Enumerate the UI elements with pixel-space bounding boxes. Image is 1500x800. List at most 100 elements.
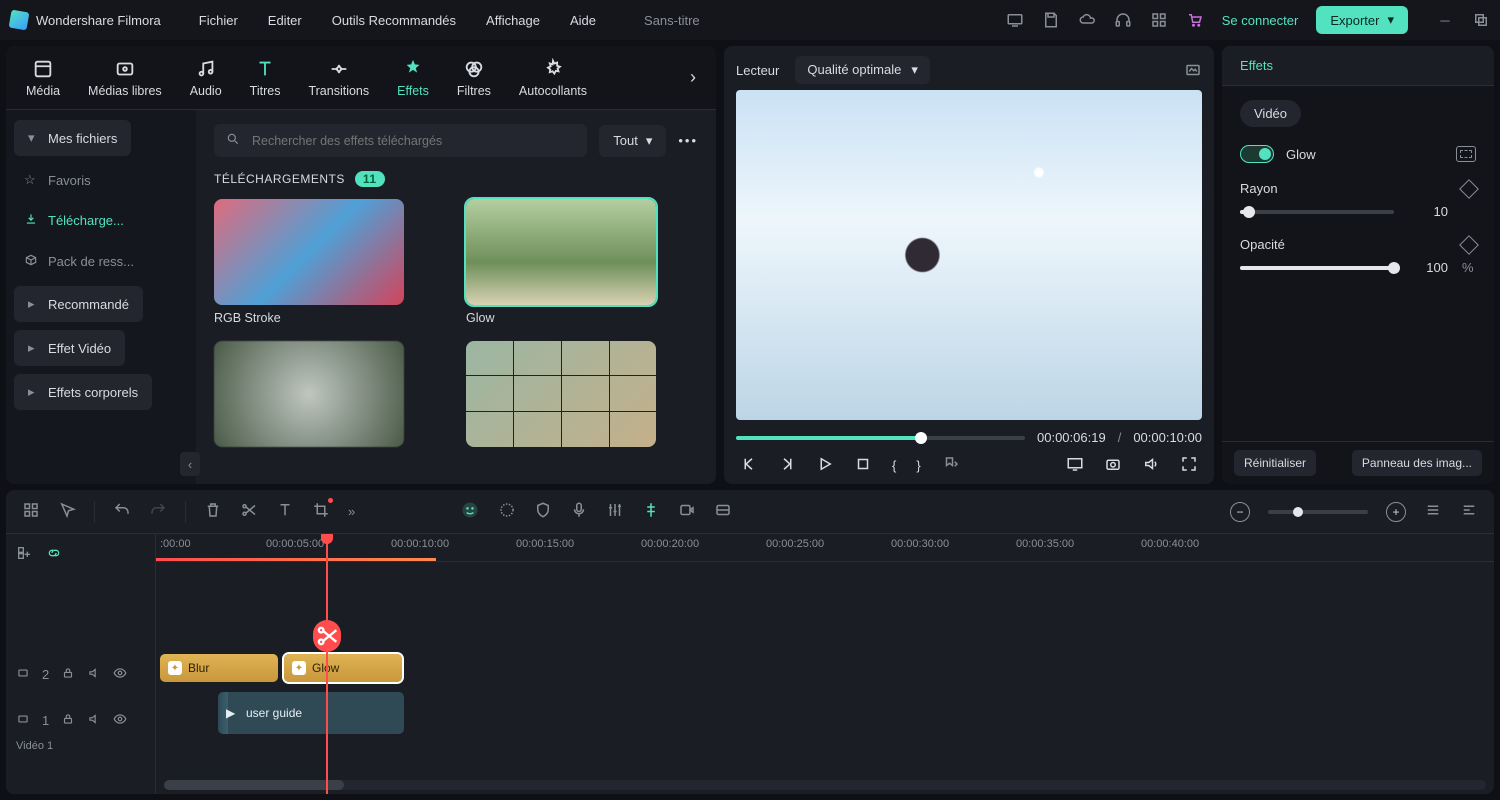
param-value[interactable]: 10	[1408, 204, 1448, 219]
save-icon[interactable]	[1042, 11, 1060, 29]
volume-icon[interactable]	[1142, 455, 1160, 476]
preview-viewport[interactable]	[736, 90, 1202, 420]
mute-icon[interactable]	[87, 712, 101, 729]
speed-icon[interactable]	[498, 501, 516, 522]
sidebar-item-recommended[interactable]: ▸Recommandé	[14, 286, 143, 322]
keyframe-icon[interactable]	[1459, 235, 1479, 255]
apps-icon[interactable]	[1150, 11, 1168, 29]
more-options-icon[interactable]: •••	[678, 133, 698, 148]
param-slider-opacite[interactable]	[1240, 266, 1394, 270]
menu-help[interactable]: Aide	[570, 13, 596, 28]
prev-frame-icon[interactable]	[740, 455, 758, 476]
mixer-icon[interactable]	[606, 501, 624, 522]
mark-in-icon[interactable]: {	[892, 458, 896, 473]
fx-track[interactable]: ✦ Blur ✦ Glow	[156, 654, 1494, 682]
scrub-slider[interactable]	[736, 436, 1025, 440]
zoom-in-icon[interactable]: +	[1386, 502, 1406, 522]
tab-stock-media[interactable]: Médias libres	[88, 58, 162, 98]
track-icon[interactable]	[714, 501, 732, 522]
zoom-out-icon[interactable]: −	[1230, 502, 1250, 522]
device-icon[interactable]	[1006, 11, 1024, 29]
effect-card-rgb-stroke[interactable]: RGB Stroke	[214, 199, 446, 325]
record-icon[interactable]	[678, 501, 696, 522]
link-icon[interactable]	[46, 545, 62, 564]
snapshot-icon[interactable]	[1184, 61, 1202, 79]
tab-stickers[interactable]: Autocollants	[519, 58, 587, 98]
search-field[interactable]	[250, 133, 575, 149]
tab-media[interactable]: Média	[26, 58, 60, 98]
ai-icon[interactable]	[460, 500, 480, 523]
menu-view[interactable]: Affichage	[486, 13, 540, 28]
effect-card-tv[interactable]	[466, 341, 698, 453]
display-icon[interactable]	[1066, 455, 1084, 476]
text-tool-icon[interactable]	[276, 501, 294, 522]
timeline-ruler[interactable]: :00:00 00:00:05:00 00:00:10:00 00:00:15:…	[156, 534, 1494, 562]
mark-out-icon[interactable]: }	[916, 458, 920, 473]
filter-dropdown[interactable]: Tout▾	[599, 125, 666, 157]
cart-icon[interactable]	[1186, 11, 1204, 29]
marker-icon[interactable]	[642, 501, 660, 522]
sidebar-item-video-effect[interactable]: ▸Effet Vidéo	[14, 330, 125, 366]
search-input[interactable]	[214, 124, 587, 157]
keyframe-icon[interactable]	[1459, 179, 1479, 199]
fullscreen-icon[interactable]	[1180, 455, 1198, 476]
menu-file[interactable]: Fichier	[199, 13, 238, 28]
clip-blur[interactable]: ✦ Blur	[160, 654, 278, 682]
export-button[interactable]: Exporter ▾	[1316, 6, 1408, 34]
effect-card-blur[interactable]	[214, 341, 446, 453]
sidebar-item-body-effects[interactable]: ▸Effets corporels	[14, 374, 152, 410]
effect-enable-toggle[interactable]	[1240, 145, 1274, 163]
camera-icon[interactable]	[1104, 455, 1122, 476]
maximize-icon[interactable]	[1472, 11, 1490, 29]
sidebar-item-my-files[interactable]: ▾Mes fichiers	[14, 120, 131, 156]
redo-icon[interactable]	[149, 501, 167, 522]
cursor-icon[interactable]	[58, 501, 76, 522]
crop-icon[interactable]	[312, 501, 330, 522]
sidebar-item-downloads[interactable]: Télécharge...	[6, 200, 196, 241]
menu-edit[interactable]: Editer	[268, 13, 302, 28]
track-options-icon[interactable]	[1460, 501, 1478, 522]
tab-audio[interactable]: Audio	[190, 58, 222, 98]
quality-dropdown[interactable]: Qualité optimale▾	[795, 56, 929, 84]
tab-effects[interactable]: Effets	[397, 58, 429, 98]
clip-video[interactable]: ▶ user guide	[218, 692, 404, 734]
next-frame-icon[interactable]	[778, 455, 796, 476]
add-track-icon[interactable]	[16, 545, 32, 564]
sidebar-item-packs[interactable]: Pack de ress...	[6, 241, 196, 282]
image-panel-button[interactable]: Panneau des imag...	[1352, 450, 1482, 476]
eye-icon[interactable]	[113, 712, 127, 729]
lock-icon[interactable]	[61, 666, 75, 683]
properties-tab-effects[interactable]: Effets	[1222, 46, 1494, 86]
login-button[interactable]: Se connecter	[1222, 13, 1299, 28]
zoom-slider[interactable]	[1268, 510, 1368, 514]
tab-transitions[interactable]: Transitions	[308, 58, 369, 98]
mic-icon[interactable]	[570, 501, 588, 522]
reset-button[interactable]: Réinitialiser	[1234, 450, 1316, 476]
eye-icon[interactable]	[113, 666, 127, 683]
param-slider-rayon[interactable]	[1240, 210, 1394, 214]
sidebar-item-favorites[interactable]: ☆Favoris	[6, 160, 196, 200]
video-track[interactable]: ▶ user guide	[156, 692, 1494, 734]
timeline-h-scrollbar[interactable]	[164, 780, 1486, 790]
menu-tools[interactable]: Outils Recommandés	[332, 13, 456, 28]
properties-chip-video[interactable]: Vidéo	[1240, 100, 1301, 127]
lock-icon[interactable]	[61, 712, 75, 729]
param-value[interactable]: 100	[1408, 260, 1448, 275]
shield-icon[interactable]	[534, 501, 552, 522]
effect-card-glow[interactable]: Glow	[466, 199, 698, 325]
undo-icon[interactable]	[113, 501, 131, 522]
more-tools-icon[interactable]: »	[348, 504, 355, 519]
split-icon[interactable]	[240, 501, 258, 522]
delete-icon[interactable]	[204, 501, 222, 522]
headset-icon[interactable]	[1114, 11, 1132, 29]
cloud-icon[interactable]	[1078, 11, 1096, 29]
playhead[interactable]	[326, 534, 328, 794]
compare-icon[interactable]	[1456, 146, 1476, 162]
track-list-icon[interactable]	[1424, 501, 1442, 522]
tab-filters[interactable]: Filtres	[457, 58, 491, 98]
tabs-more-icon[interactable]: ›	[690, 67, 696, 88]
layout-icon[interactable]	[22, 501, 40, 522]
marker-dropdown-icon[interactable]	[941, 455, 961, 476]
stop-icon[interactable]	[854, 455, 872, 476]
tab-titles[interactable]: Titres	[250, 58, 281, 98]
